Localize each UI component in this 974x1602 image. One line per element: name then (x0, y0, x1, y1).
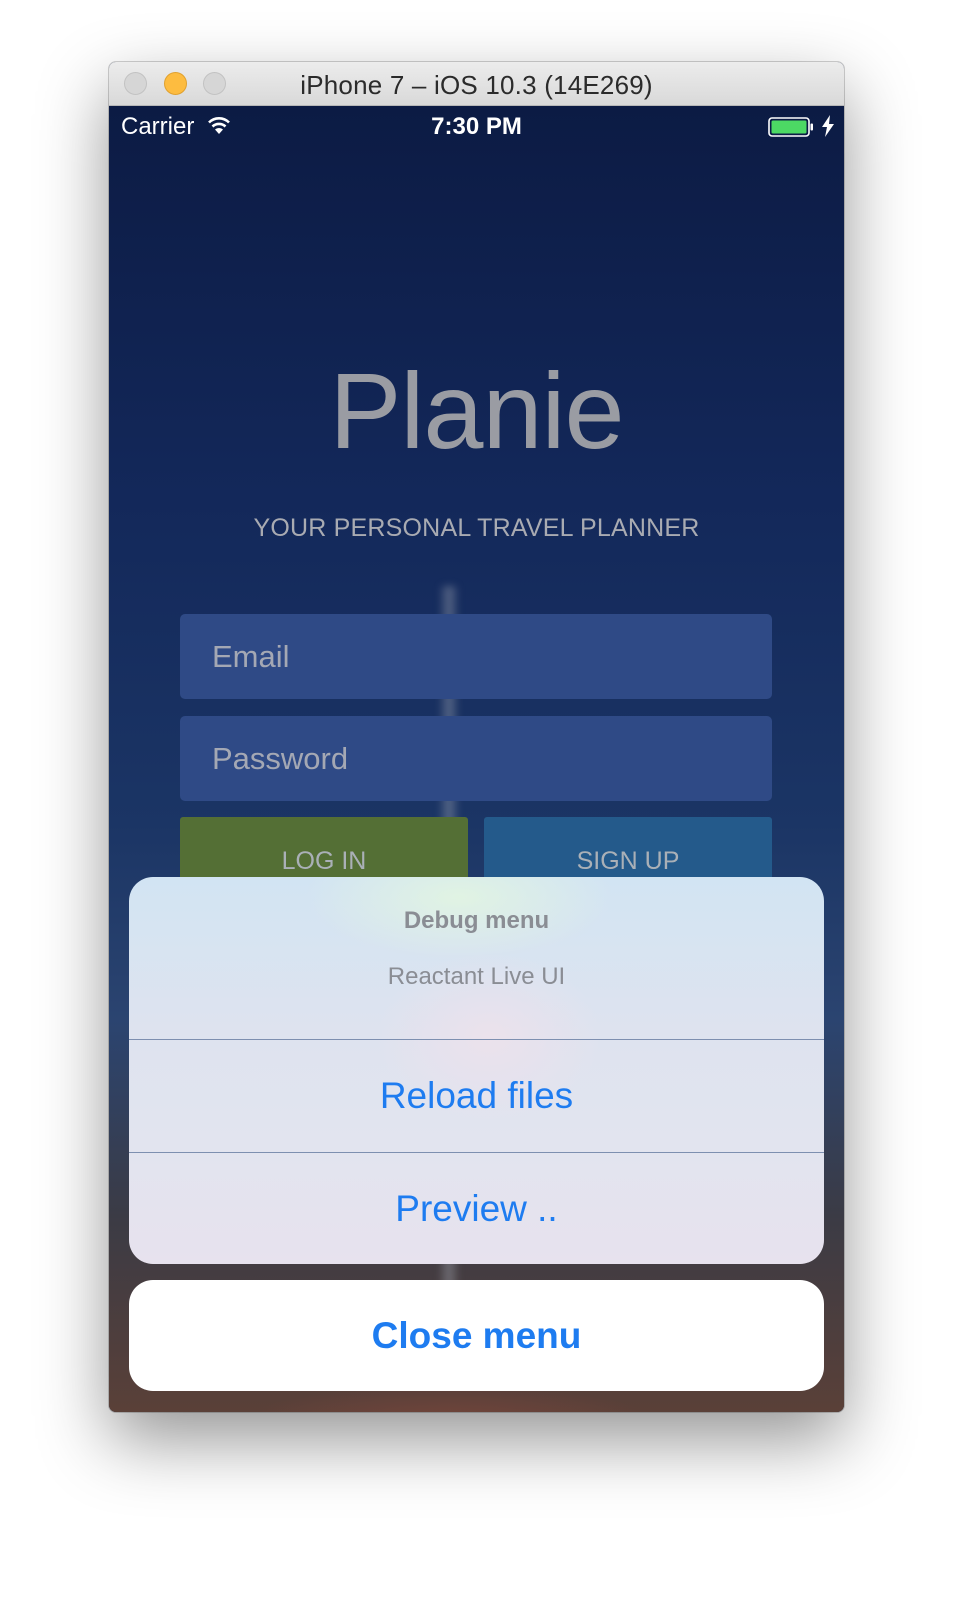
action-sheet-message: Reactant Live UI (387, 963, 566, 990)
status-time: 7:30 PM (431, 113, 522, 140)
action-sheet-title: Debug menu (403, 907, 550, 934)
window-titlebar[interactable]: iPhone 7 – iOS 10.3 (14E269) (109, 62, 844, 106)
phone-screen: Carrier 7:30 PM Planie YOUR PERSONAL TRA… (109, 106, 844, 1412)
password-field[interactable] (180, 716, 772, 801)
close-menu-button[interactable]: Close menu (129, 1280, 824, 1391)
status-bar: Carrier 7:30 PM (109, 106, 844, 146)
action-sheet-header: Debug menu Reactant Live UI (129, 877, 824, 1039)
app-logo-title: Planie (329, 350, 624, 471)
preview-button[interactable]: Preview .. (129, 1153, 824, 1264)
charging-bolt-icon (822, 115, 834, 137)
battery-icon (768, 117, 813, 137)
debug-action-sheet: Debug menu Reactant Live UI Reload files… (129, 877, 824, 1264)
reload-files-button[interactable]: Reload files (129, 1040, 824, 1152)
email-field[interactable] (180, 614, 772, 699)
simulator-window: iPhone 7 – iOS 10.3 (14E269) Carrier 7:3… (109, 62, 844, 1412)
window-title: iPhone 7 – iOS 10.3 (14E269) (300, 70, 653, 100)
page: iPhone 7 – iOS 10.3 (14E269) Carrier 7:3… (0, 0, 974, 1602)
app-tagline: YOUR PERSONAL TRAVEL PLANNER (253, 514, 700, 542)
